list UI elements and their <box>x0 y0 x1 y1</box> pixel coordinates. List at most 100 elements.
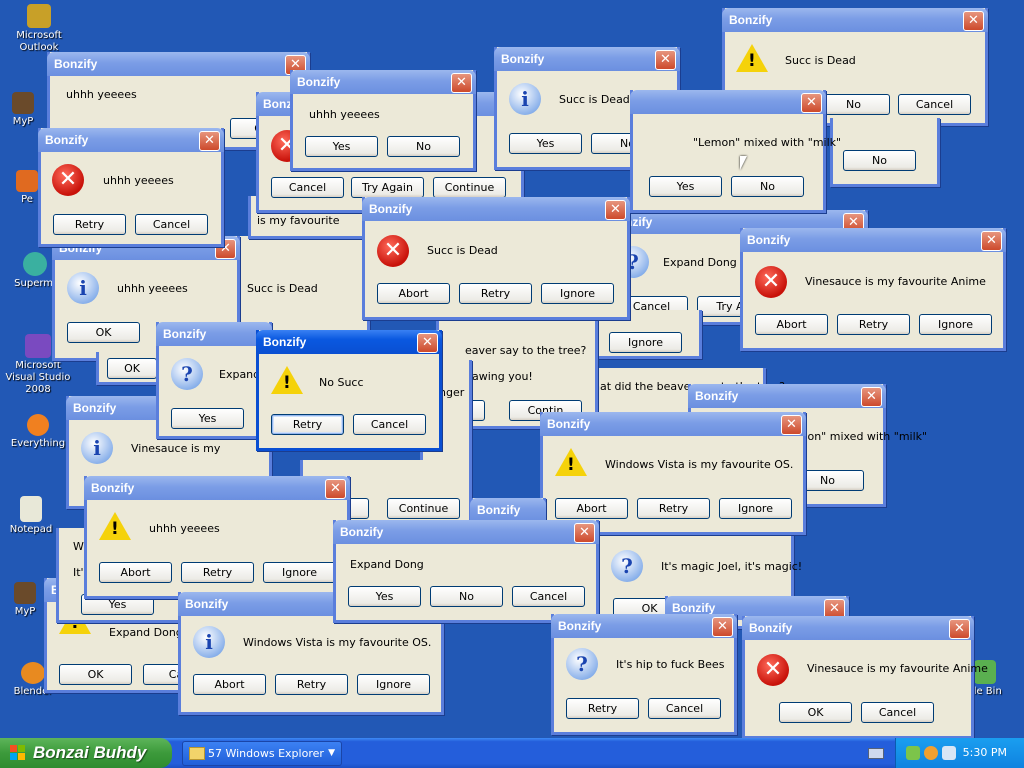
close-button[interactable]: ✕ <box>655 50 676 70</box>
close-button[interactable]: ✕ <box>199 131 220 151</box>
no-button[interactable]: No <box>430 586 503 607</box>
dialog-window[interactable]: Bonzify ✕ uhhh yeeees Yes No <box>290 70 476 171</box>
desktop-icon-everything[interactable]: Everything <box>1 414 75 450</box>
dialog-titlebar[interactable]: Bonzify ✕ <box>47 52 310 76</box>
retry-button[interactable]: Retry <box>566 698 639 719</box>
close-button[interactable]: ✕ <box>949 619 970 639</box>
no-button[interactable]: No <box>817 94 890 115</box>
try-again-button[interactable]: Try Again <box>351 177 424 198</box>
ok-button[interactable]: OK <box>59 664 132 685</box>
dialog-titlebar[interactable]: Bonzify ✕ <box>540 412 806 436</box>
dialog-titlebar[interactable]: Bonzify ✕ <box>494 47 680 71</box>
no-button[interactable]: No <box>387 136 460 157</box>
dialog-titlebar[interactable]: Bonzify <box>156 322 272 346</box>
start-button[interactable]: Bonzai Buhdy <box>0 738 172 768</box>
ignore-button[interactable]: Ignore <box>263 562 336 583</box>
abort-button[interactable]: Abort <box>193 674 266 695</box>
dialog-window[interactable]: Bonzify ✕ ✕ Vinesauce is my favourite An… <box>742 616 988 738</box>
ignore-button[interactable]: Ignore <box>919 314 992 335</box>
dialog-window[interactable]: Bonzify ? Expand Yes <box>156 322 272 439</box>
no-button[interactable]: No <box>843 150 916 171</box>
dialog-titlebar[interactable]: Bonzify ✕ <box>740 228 1006 252</box>
retry-button[interactable]: Retry <box>459 283 532 304</box>
close-button[interactable]: ✕ <box>781 415 802 435</box>
dialog-window[interactable]: Bonzify ✕ Expand Dong Yes No Cancel <box>333 520 599 623</box>
yes-button[interactable]: Yes <box>305 136 378 157</box>
dialog-titlebar[interactable]: Bonzify ✕ <box>551 614 737 638</box>
dialog-window[interactable]: Bonzify ✕ "Lemon" mixed with "milk" Yes … <box>630 90 841 213</box>
abort-button[interactable]: Abort <box>99 562 172 583</box>
cancel-button[interactable]: Cancel <box>898 94 971 115</box>
yes-button[interactable]: Yes <box>171 408 244 429</box>
dialog-titlebar[interactable]: Bonzify ✕ <box>742 616 974 640</box>
yes-button[interactable]: Yes <box>509 133 582 154</box>
ignore-button[interactable]: Ignore <box>357 674 430 695</box>
dialog-window[interactable]: Bonzify ✕ ✕ Succ is Dead Abort Retry Ign… <box>362 197 630 320</box>
dialog-window[interactable]: Bonzify ✕ ✕ uhhh yeeees Retry Cancel <box>38 128 224 247</box>
ok-button[interactable]: OK <box>67 322 140 343</box>
close-button[interactable]: ✕ <box>981 231 1002 251</box>
dialog-titlebar[interactable]: Bonzify ✕ <box>630 90 826 114</box>
close-button[interactable]: ✕ <box>963 11 984 31</box>
ignore-button[interactable]: Ignore <box>719 498 792 519</box>
dialog-window[interactable]: Bonzify <box>470 498 546 522</box>
dialog-window[interactable]: OK <box>96 352 164 385</box>
dialog-window[interactable]: No <box>830 118 940 187</box>
dialog-titlebar[interactable]: Bonzify ✕ <box>362 197 630 221</box>
continue-button[interactable]: Continue <box>433 177 506 198</box>
retry-button[interactable]: Retry <box>181 562 254 583</box>
dialog-window[interactable]: Bonzify ✕ ? It's hip to fuck Bees Retry … <box>551 614 737 735</box>
cancel-button[interactable]: Cancel <box>135 214 208 235</box>
close-button[interactable]: ✕ <box>574 523 595 543</box>
retry-button[interactable]: Retry <box>271 414 344 435</box>
bonzi-tray-icon[interactable] <box>906 746 920 760</box>
keyboard-icon[interactable] <box>868 748 884 759</box>
desktop-icon-outlook[interactable]: Microsoft Outlook <box>2 4 76 54</box>
dialog-titlebar[interactable]: Bonzify ✕ <box>333 520 599 544</box>
search-tray-icon[interactable] <box>924 746 938 760</box>
dialog-titlebar[interactable]: Bonzify ✕ <box>38 128 224 152</box>
cancel-button[interactable]: Cancel <box>648 698 721 719</box>
cancel-button[interactable]: Cancel <box>271 177 344 198</box>
dialog-titlebar[interactable]: Bonzify ✕ <box>84 476 350 500</box>
close-button[interactable]: ✕ <box>325 479 346 499</box>
dialog-window[interactable]: Bonzify ✕ ! Windows Vista is my favourit… <box>540 412 806 535</box>
cancel-button[interactable]: Cancel <box>512 586 585 607</box>
retry-button[interactable]: Retry <box>637 498 710 519</box>
continue-button[interactable]: Continue <box>387 498 460 519</box>
cancel-button[interactable]: Cancel <box>353 414 426 435</box>
ok-button[interactable]: OK <box>107 358 157 379</box>
ok-button[interactable]: OK <box>779 702 852 723</box>
close-button[interactable]: ✕ <box>605 200 626 220</box>
abort-button[interactable]: Abort <box>755 314 828 335</box>
dialog-title: Bonzify <box>73 401 117 415</box>
clock[interactable]: 5:30 PM <box>963 738 1007 768</box>
yes-button[interactable]: Yes <box>348 586 421 607</box>
dialog-titlebar[interactable]: Bonzify ✕ <box>722 8 988 32</box>
close-button[interactable]: ✕ <box>861 387 882 407</box>
dialog-window[interactable]: Bonzify ✕ ✕ Vinesauce is my favourite An… <box>740 228 1006 351</box>
dialog-window[interactable]: Bonzify ✕ ! uhhh yeeees Abort Retry Igno… <box>84 476 350 599</box>
retry-button[interactable]: Retry <box>837 314 910 335</box>
abort-button[interactable]: Abort <box>555 498 628 519</box>
taskbar-button-windows-explorer[interactable]: 57 Windows Explorer ▼ <box>182 741 342 766</box>
dialog-titlebar[interactable]: Bonzify ✕ <box>256 330 442 354</box>
desktop[interactable]: Microsoft Outlook MyP Pe Supermi Microso… <box>0 0 1024 738</box>
dialog-titlebar[interactable]: Bonzify <box>470 498 546 522</box>
close-button[interactable]: ✕ <box>801 93 822 113</box>
cancel-button[interactable]: Cancel <box>861 702 934 723</box>
dialog-titlebar[interactable]: Bonzify ✕ <box>290 70 476 94</box>
yes-button[interactable]: Yes <box>649 176 722 197</box>
retry-button[interactable]: Retry <box>275 674 348 695</box>
close-button[interactable]: ✕ <box>451 73 472 93</box>
no-button[interactable]: No <box>731 176 804 197</box>
retry-button[interactable]: Retry <box>53 214 126 235</box>
volume-tray-icon[interactable] <box>942 746 956 760</box>
close-button[interactable]: ✕ <box>712 617 733 637</box>
active-dialog-window[interactable]: Bonzify ✕ ! No Succ Retry Cancel <box>256 330 442 451</box>
close-button[interactable]: ✕ <box>417 333 438 353</box>
dialog-titlebar[interactable]: Bonzify ✕ <box>688 384 886 408</box>
ignore-button[interactable]: Ignore <box>541 283 614 304</box>
ignore-button[interactable]: Ignore <box>609 332 682 353</box>
abort-button[interactable]: Abort <box>377 283 450 304</box>
